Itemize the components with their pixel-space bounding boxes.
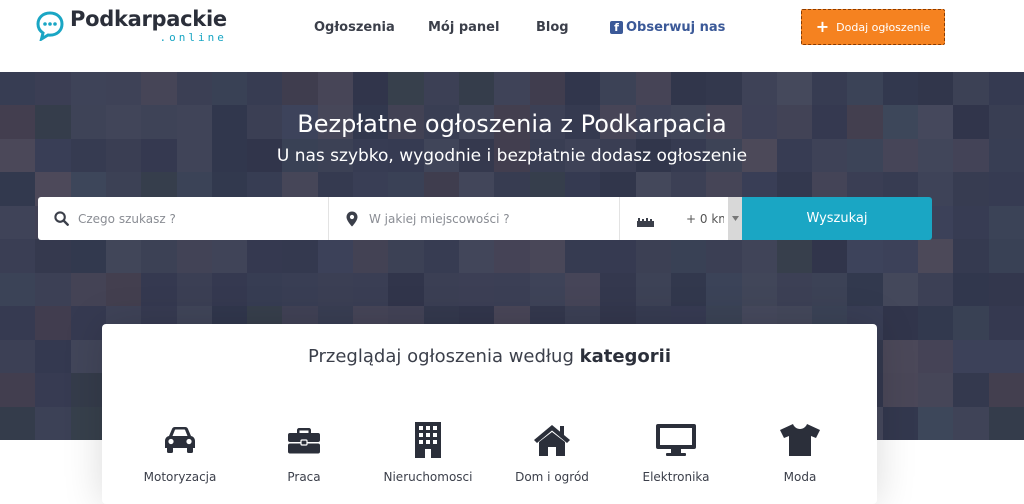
search-bar: + 0 km Wyszukaj [38, 197, 942, 240]
car-icon [115, 420, 245, 460]
add-listing-label: Dodaj ogłoszenie [836, 20, 931, 34]
location-input[interactable] [369, 211, 589, 226]
search-button[interactable]: Wyszukaj [742, 197, 932, 240]
tshirt-icon [735, 420, 865, 460]
facebook-icon: f [610, 21, 623, 34]
categories-panel: Przeglądaj ogłoszenia według kategorii M… [102, 324, 877, 504]
distance-value: + 0 km [686, 211, 724, 226]
logo-name: Podkarpackie [70, 7, 227, 31]
distance-select[interactable]: + 0 km [620, 197, 742, 240]
category-label: Praca [287, 470, 321, 484]
chat-bubble-icon [36, 11, 64, 43]
nav-ogloszenia[interactable]: Ogłoszenia [314, 20, 395, 35]
briefcase-icon [239, 420, 369, 460]
category-praca[interactable]: Praca [239, 420, 369, 484]
category-label: Moda [783, 470, 817, 484]
nav-follow-us-label: Obserwuj nas [626, 20, 726, 35]
category-label: Elektronika [642, 470, 710, 484]
house-icon [487, 420, 617, 460]
search-what-field[interactable] [38, 197, 329, 240]
site-header: Podkarpackie .online Ogłoszenia Mój pane… [0, 0, 1024, 72]
category-label: Dom i ogród [515, 470, 589, 484]
category-label: Motoryzacja [143, 470, 217, 484]
category-motoryzacja[interactable]: Motoryzacja [115, 420, 245, 484]
add-listing-button[interactable]: + Dodaj ogłoszenie [801, 9, 945, 45]
categories-title-bold: kategorii [579, 346, 672, 367]
categories-title-prefix: Przeglądaj ogłoszenia według [307, 346, 574, 367]
category-moda[interactable]: Moda [735, 420, 865, 484]
category-dom-i-ogrod[interactable]: Dom i ogród [487, 420, 617, 484]
category-elektronika[interactable]: Elektronika [611, 420, 741, 484]
search-icon [53, 211, 69, 227]
category-label: Nieruchomosci [383, 470, 473, 484]
hero-title: Bezpłatne ogłoszenia z Podkarpacia [297, 110, 727, 138]
logo-suffix: .online [159, 31, 227, 44]
map-pin-icon [344, 211, 360, 227]
building-icon [363, 420, 493, 460]
monitor-icon [611, 420, 741, 460]
nav-moj-panel[interactable]: Mój panel [428, 20, 499, 35]
search-input[interactable] [78, 211, 298, 226]
nav-follow-us[interactable]: f Obserwuj nas [610, 20, 725, 35]
nav-blog[interactable]: Blog [536, 20, 569, 35]
chevron-down-icon [728, 197, 742, 240]
categories-title: Przeglądaj ogłoszenia według kategorii [102, 346, 877, 367]
hero-subtitle: U nas szybko, wygodnie i bezpłatnie doda… [276, 146, 748, 166]
plus-icon: + [815, 17, 830, 36]
search-where-field[interactable] [329, 197, 620, 240]
category-nieruchomosci[interactable]: Nieruchomosci [363, 420, 493, 484]
ruler-icon [637, 214, 654, 232]
site-logo[interactable]: Podkarpackie .online [36, 9, 227, 43]
